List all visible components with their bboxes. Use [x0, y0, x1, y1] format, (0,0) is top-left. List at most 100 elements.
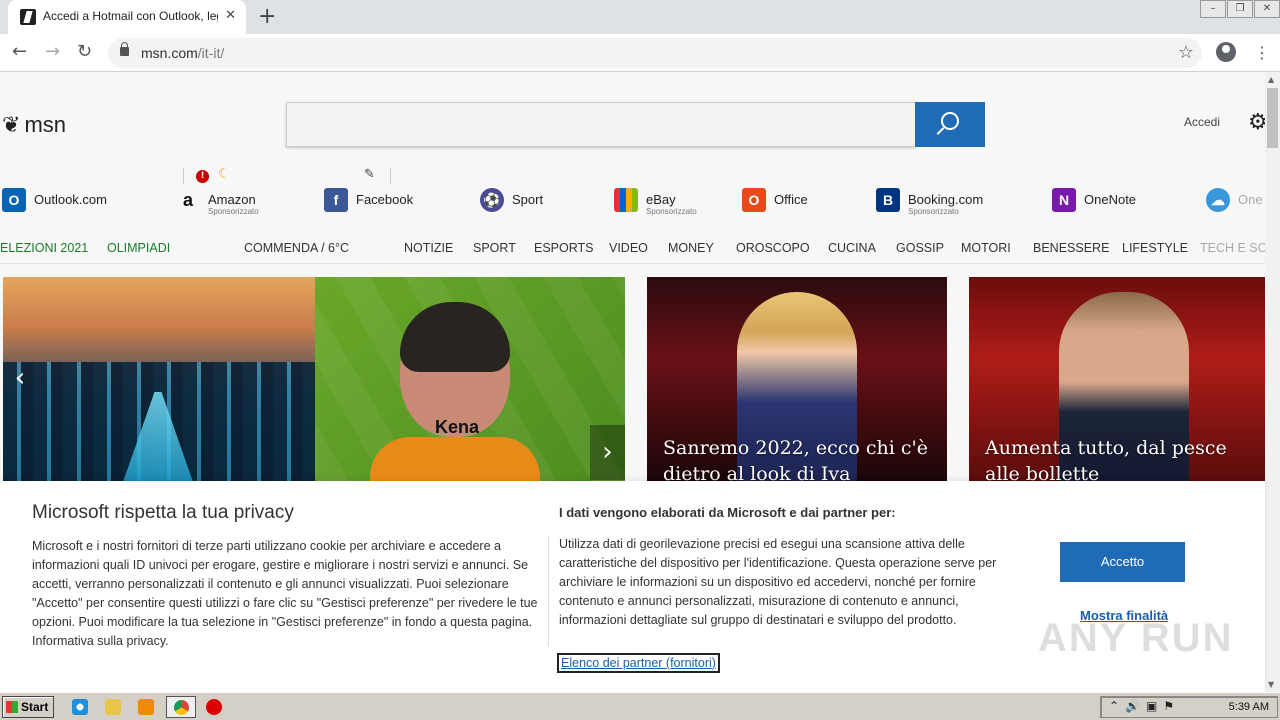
onedrive-icon: ☁ [1206, 188, 1230, 212]
quicklink-label: Outlook.com [34, 192, 107, 207]
clock[interactable]: 5:39 AM [1229, 701, 1269, 713]
news-card-prices[interactable]: Aumenta tutto, dal pesce alle bollette [969, 277, 1265, 482]
privacy-purposes-text: Utilizza dati di georilevazione precisi … [559, 537, 997, 627]
kena-ad-image: Kena [315, 277, 625, 482]
amazon-icon: a [182, 190, 193, 210]
gear-icon[interactable]: ⚙ [1248, 110, 1265, 135]
tab-title: Accedi a Hotmail con Outlook, leggi le [43, 9, 218, 23]
anyrun-watermark: ANY RUN [1038, 616, 1234, 660]
weather-location[interactable]: COMMENDA / 6°C [244, 241, 349, 255]
tray-icons[interactable]: ⌃🔊▣⚑ [1109, 699, 1180, 713]
signin-link[interactable]: Accedi [1184, 115, 1220, 129]
search-input[interactable] [286, 102, 916, 147]
edit-location-icon[interactable]: ✎ [364, 167, 375, 182]
profile-icon[interactable] [1216, 42, 1236, 62]
nav-motori[interactable]: MOTORI [961, 241, 1011, 255]
start-button[interactable]: Start [2, 696, 54, 718]
quicklink-onenote[interactable]: N OneNote [1052, 188, 1136, 212]
nav-sport[interactable]: SPORT [473, 241, 516, 255]
outlook-icon: O [2, 188, 26, 212]
quicklink-booking[interactable]: B Booking.com Sponsorizzato [876, 188, 983, 216]
msn-favicon-icon [20, 9, 36, 25]
chrome-icon[interactable] [166, 696, 196, 718]
quicklink-amazon[interactable]: a Amazon Sponsorizzato [176, 188, 259, 216]
reload-icon[interactable]: ↻ [77, 41, 92, 62]
booking-icon: B [876, 188, 900, 212]
quicklink-label: Amazon Sponsorizzato [208, 192, 259, 216]
privacy-divider [548, 536, 549, 646]
quicklink-ebay[interactable]: eBay Sponsorizzato [614, 188, 697, 216]
nav-money[interactable]: MONEY [668, 241, 714, 255]
news-card-sanremo[interactable]: Sanremo 2022, ecco chi c'è dietro al loo… [647, 277, 947, 482]
quicklink-label: OneNote [1084, 192, 1137, 207]
sport-icon: ⚽ [480, 188, 504, 212]
office-icon: O [742, 188, 766, 212]
address-bar[interactable]: msn.com/it-it/ ☆ [108, 38, 1202, 68]
city-image [3, 277, 315, 482]
partners-link[interactable]: Elenco dei partner (fornitori) [557, 653, 720, 673]
carousel-prev-icon[interactable]: ‹ [3, 353, 37, 403]
search-button[interactable] [915, 102, 985, 147]
nav-esports[interactable]: ESPORTS [534, 241, 594, 255]
quicklink-label: eBay Sponsorizzato [646, 192, 697, 216]
alert-icon[interactable]: ! [196, 170, 209, 183]
lock-icon [120, 42, 129, 56]
close-window-button[interactable]: ✕ [1254, 0, 1280, 18]
folder-icon[interactable] [105, 699, 121, 715]
nav-gossip[interactable]: GOSSIP [896, 241, 944, 255]
nav-divider [183, 168, 184, 184]
ebay-icon [614, 188, 638, 212]
search-icon [941, 112, 959, 130]
nav-tech[interactable]: TECH E SCI [1200, 241, 1265, 255]
nav-olimpiadi[interactable]: OLIMPIADI [107, 241, 170, 255]
scroll-thumb[interactable] [1267, 88, 1278, 148]
new-tab-button[interactable]: + [258, 4, 276, 29]
carousel-next-icon[interactable]: › [590, 425, 625, 480]
quicklink-outlook[interactable]: O Outlook.com [2, 188, 107, 212]
vertical-scrollbar[interactable]: ▲ ▼ [1265, 72, 1280, 692]
nav-video[interactable]: VIDEO [609, 241, 648, 255]
quicklink-label: Facebook [356, 192, 414, 207]
quicklink-label: Office [774, 192, 808, 207]
quicklink-label: One [1238, 192, 1263, 207]
nav-cucina[interactable]: CUCINA [828, 241, 876, 255]
quicklink-label: Booking.com Sponsorizzato [908, 192, 984, 216]
nav-oroscopo[interactable]: OROSCOPO [736, 241, 810, 255]
hero-carousel[interactable]: Kena [3, 277, 625, 482]
window-controls: – ❐ ✕ [1199, 0, 1280, 18]
quicklink-facebook[interactable]: f Facebook [324, 188, 413, 212]
close-tab-icon[interactable]: ✕ [225, 8, 236, 23]
nav-elezioni[interactable]: ELEZIONI 2021 [0, 241, 88, 255]
browser-tab[interactable]: Accedi a Hotmail con Outlook, leggi le ✕ [8, 0, 246, 34]
media-player-icon[interactable] [138, 699, 154, 715]
forward-arrow-icon[interactable]: → [45, 41, 60, 62]
msn-logo[interactable]: ❦ msn [2, 112, 66, 138]
minimize-button[interactable]: – [1200, 0, 1226, 18]
bookmark-star-icon[interactable]: ☆ [1178, 42, 1194, 63]
kena-label: Kena [435, 417, 480, 437]
quicklink-onedrive[interactable]: ☁ One [1206, 188, 1263, 212]
browser-toolbar: ← → ↻ msn.com/it-it/ ☆ [0, 34, 1280, 72]
quicklink-office[interactable]: O Office [742, 188, 808, 212]
scroll-up-icon[interactable]: ▲ [1268, 75, 1274, 84]
privacy-banner: Microsoft rispetta la tua privacy Micros… [0, 481, 1265, 692]
browser-menu-icon[interactable]: ⋮ [1254, 43, 1270, 62]
category-navbar: ELEZIONI 2021 OLIMPIADI COMMENDA / 6°C N… [0, 232, 1265, 264]
restore-button[interactable]: ❐ [1227, 0, 1253, 18]
quicklink-sport[interactable]: ⚽ Sport [480, 188, 543, 212]
card-title: Sanremo 2022, ecco chi c'è dietro al loo… [663, 437, 928, 482]
nav-lifestyle[interactable]: LIFESTYLE [1122, 241, 1188, 255]
opera-icon[interactable] [206, 699, 222, 715]
butterfly-icon: ❦ [2, 112, 21, 137]
quicklinks-bar: O Outlook.com a Amazon Sponsorizzato f Fa… [0, 182, 1265, 222]
nav-notizie[interactable]: NOTIZIE [404, 241, 453, 255]
tab-strip: Accedi a Hotmail con Outlook, leggi le ✕… [0, 0, 1280, 34]
nav-benessere[interactable]: BENESSERE [1033, 241, 1109, 255]
facebook-icon: f [324, 188, 348, 212]
accept-button[interactable]: Accetto [1060, 542, 1185, 582]
system-tray: ⌃🔊▣⚑ 5:39 AM [1100, 696, 1278, 718]
scroll-down-icon[interactable]: ▼ [1268, 680, 1274, 689]
card-title: Aumenta tutto, dal pesce alle bollette [985, 437, 1227, 482]
internet-explorer-icon[interactable] [72, 699, 88, 715]
back-arrow-icon[interactable]: ← [12, 41, 27, 62]
